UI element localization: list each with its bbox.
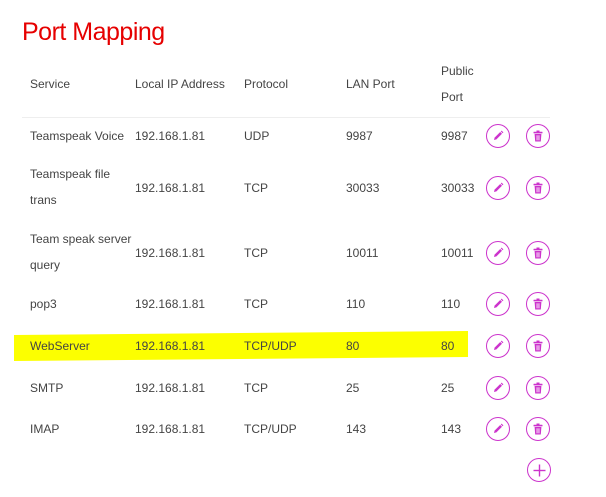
cell-protocol: TCP — [244, 181, 268, 195]
pencil-icon — [492, 247, 504, 259]
delete-button[interactable] — [526, 124, 550, 148]
edit-button[interactable] — [486, 417, 510, 441]
column-header-local-ip: Local IP Address — [135, 77, 225, 91]
cell-public-port: 25 — [441, 381, 455, 395]
trash-icon — [532, 130, 544, 142]
cell-service: SMTP — [30, 381, 64, 395]
cell-lan-port: 10011 — [346, 246, 379, 260]
trash-icon — [532, 182, 544, 194]
cell-public-port: 10011 — [441, 246, 474, 260]
column-header-protocol: Protocol — [244, 77, 289, 91]
cell-service-line2: query — [30, 258, 61, 272]
cell-public-port: 110 — [441, 297, 461, 311]
cell-protocol: TCP/UDP — [244, 339, 297, 353]
cell-ip: 192.168.1.81 — [135, 381, 206, 395]
plus-icon — [533, 464, 546, 477]
edit-button[interactable] — [486, 124, 510, 148]
pencil-icon — [492, 382, 504, 394]
delete-button[interactable] — [526, 376, 550, 400]
edit-button[interactable] — [486, 376, 510, 400]
cell-protocol: UDP — [244, 129, 270, 143]
cell-lan-port: 25 — [346, 381, 360, 395]
add-mapping-button[interactable] — [527, 458, 551, 482]
cell-lan-port: 30033 — [346, 181, 380, 195]
cell-ip: 192.168.1.81 — [135, 297, 206, 311]
edit-button[interactable] — [486, 241, 510, 265]
cell-public-port: 30033 — [441, 181, 475, 195]
delete-button[interactable] — [526, 176, 550, 200]
pencil-icon — [492, 298, 504, 310]
cell-public-port: 80 — [441, 339, 455, 353]
cell-lan-port: 80 — [346, 339, 360, 353]
trash-icon — [532, 340, 544, 352]
cell-public-port: 143 — [441, 422, 462, 436]
cell-lan-port: 9987 — [346, 129, 373, 143]
header-divider — [22, 117, 550, 118]
cell-service: Team speak server query — [30, 226, 131, 278]
trash-icon — [532, 298, 544, 310]
delete-button[interactable] — [526, 334, 550, 358]
pencil-icon — [492, 182, 504, 194]
edit-button[interactable] — [486, 176, 510, 200]
cell-ip: 192.168.1.81 — [135, 129, 206, 143]
delete-button[interactable] — [526, 241, 550, 265]
cell-ip: 192.168.1.81 — [135, 339, 206, 353]
delete-button[interactable] — [526, 417, 550, 441]
trash-icon — [532, 382, 544, 394]
pencil-icon — [492, 340, 504, 352]
cell-service-line1: Teamspeak file — [30, 167, 111, 181]
page-title: Port Mapping — [22, 18, 165, 46]
cell-lan-port: 110 — [346, 297, 366, 311]
edit-button[interactable] — [486, 292, 510, 316]
cell-lan-port: 143 — [346, 422, 367, 436]
edit-button[interactable] — [486, 334, 510, 358]
cell-service: WebServer — [30, 339, 90, 353]
trash-icon — [532, 423, 544, 435]
pencil-icon — [492, 423, 504, 435]
cell-ip: 192.168.1.81 — [135, 422, 206, 436]
cell-service-line1: Team speak server — [30, 232, 132, 246]
column-header-public-port-line2: Port — [441, 90, 464, 104]
cell-service: Teamspeak Voice — [30, 129, 125, 143]
cell-public-port: 9987 — [441, 129, 468, 143]
cell-protocol: TCP — [244, 246, 268, 260]
cell-protocol: TCP — [244, 381, 268, 395]
pencil-icon — [492, 130, 504, 142]
cell-protocol: TCP — [244, 297, 268, 311]
trash-icon — [532, 247, 544, 259]
cell-service-line2: trans — [30, 193, 57, 207]
column-header-service: Service — [30, 77, 71, 91]
delete-button[interactable] — [526, 292, 550, 316]
column-header-public-port: Public Port — [441, 58, 474, 110]
column-header-lan-port: LAN Port — [346, 77, 395, 91]
cell-service: pop3 — [30, 297, 57, 311]
cell-protocol: TCP/UDP — [244, 422, 297, 436]
cell-service: Teamspeak file trans — [30, 161, 110, 213]
column-header-public-port-line1: Public — [441, 64, 474, 78]
cell-service: IMAP — [30, 422, 60, 436]
cell-ip: 192.168.1.81 — [135, 181, 206, 195]
cell-ip: 192.168.1.81 — [135, 246, 206, 260]
